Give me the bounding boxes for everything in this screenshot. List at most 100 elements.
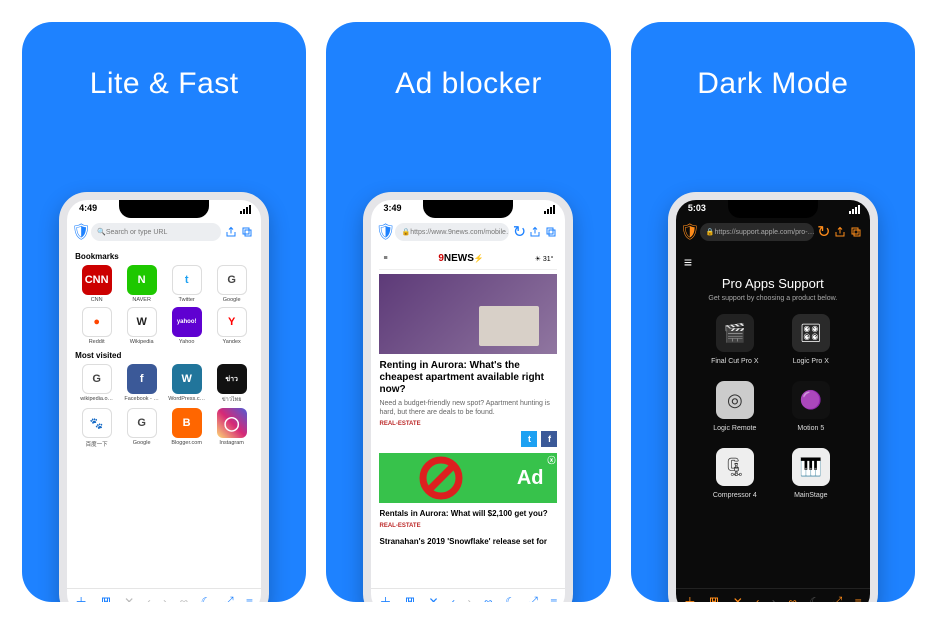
site-tile[interactable]: WWikipedia bbox=[120, 307, 163, 345]
new-tab-button[interactable]: ＋ bbox=[379, 593, 391, 602]
site-label: Wikipedia bbox=[120, 339, 163, 345]
fullscreen-icon[interactable]: ⤢ bbox=[833, 594, 843, 602]
site-tile[interactable]: BBlogger.com bbox=[165, 408, 208, 448]
app-tile[interactable]: ◎Logic Remote bbox=[702, 381, 768, 432]
bookmark-toggle-icon[interactable] bbox=[100, 596, 112, 603]
close-button[interactable]: ✕ bbox=[124, 595, 134, 603]
site-tile[interactable]: yahoo!Yahoo bbox=[165, 307, 208, 345]
site-label: Reddit bbox=[75, 339, 118, 345]
link-icon[interactable]: ∞ bbox=[180, 595, 189, 603]
tabs-icon[interactable] bbox=[241, 226, 253, 238]
app-label: Logic Pro X bbox=[793, 358, 829, 365]
site-label: Google bbox=[120, 440, 163, 446]
app-tile[interactable]: 🗜 Compressor 4 bbox=[702, 448, 768, 499]
reload-icon[interactable]: ↻ bbox=[818, 226, 830, 238]
status-icons bbox=[240, 205, 251, 216]
app-tile[interactable]: 🎹MainStage bbox=[778, 448, 844, 499]
app-icon: 🎛 bbox=[792, 314, 830, 352]
url-input[interactable]: 🔍 Search or type URL bbox=[91, 223, 221, 241]
site-label: NAVER bbox=[120, 297, 163, 303]
shield-icon: 🛡 bbox=[379, 226, 391, 238]
fullscreen-icon[interactable]: ⤢ bbox=[528, 594, 538, 602]
subheadline: Need a budget-friendly new spot? Apartme… bbox=[379, 399, 557, 417]
screen-1: 4:49 🛡 🔍 Search or type URL Bookmarks CN… bbox=[67, 200, 261, 602]
site-icon: 🐾 bbox=[82, 408, 112, 438]
fullscreen-icon[interactable]: ⤢ bbox=[224, 594, 234, 602]
hamburger-icon[interactable]: ≡ bbox=[383, 255, 387, 262]
headline[interactable]: Renting in Aurora: What's the cheapest a… bbox=[379, 360, 557, 396]
site-icon: ◯ bbox=[217, 408, 247, 438]
menu-icon[interactable]: ≡ bbox=[855, 595, 862, 603]
new-tab-button[interactable]: ＋ bbox=[75, 593, 87, 602]
share-icon[interactable] bbox=[225, 226, 237, 238]
site-icon: CNN bbox=[82, 265, 112, 295]
new-tab-button[interactable]: ＋ bbox=[684, 593, 696, 602]
app-icon: 🎬 bbox=[716, 314, 754, 352]
weather-temp: ☀ 31° bbox=[535, 255, 554, 263]
news-item[interactable]: Rentals in Aurora: What will $2,100 get … bbox=[379, 509, 557, 519]
app-tile[interactable]: 🎛 Logic Pro X bbox=[778, 314, 844, 365]
twitter-share-icon[interactable]: t bbox=[521, 431, 537, 447]
site-tile[interactable]: Gwikipedia.o… bbox=[75, 364, 118, 404]
share-icon[interactable] bbox=[834, 226, 846, 238]
forward-button[interactable]: › bbox=[163, 595, 167, 603]
screen-2: 3:49 🛡 🔒 https://www.9news.com/mobile… ↻… bbox=[371, 200, 565, 602]
share-icon[interactable] bbox=[529, 226, 541, 238]
site-tile[interactable]: tTwitter bbox=[165, 265, 208, 303]
status-icons bbox=[849, 205, 860, 216]
notch bbox=[119, 200, 209, 218]
site-tile[interactable]: YYandex bbox=[210, 307, 253, 345]
link-icon[interactable]: ∞ bbox=[484, 595, 493, 603]
tabs-icon[interactable] bbox=[850, 226, 862, 238]
site-tile[interactable]: ข่าวข่าวไทย bbox=[210, 364, 253, 404]
site-tile[interactable]: GGoogle bbox=[120, 408, 163, 448]
app-label: Compressor 4 bbox=[713, 492, 757, 499]
status-icons bbox=[544, 205, 555, 216]
dark-mode-icon[interactable]: ☾ bbox=[809, 595, 820, 603]
site-tile[interactable]: CNNCNN bbox=[75, 265, 118, 303]
site-tile[interactable]: 🐾百度一下 bbox=[75, 408, 118, 448]
toolbar: ＋ ✕ ‹ › ∞ ☾ ⤢ ≡ bbox=[67, 588, 261, 602]
close-button[interactable]: ✕ bbox=[733, 595, 743, 603]
hero-image[interactable] bbox=[379, 274, 557, 354]
back-button[interactable]: ‹ bbox=[451, 595, 455, 603]
menu-icon[interactable]: ≡ bbox=[550, 595, 557, 603]
news-item[interactable]: Stranahan's 2019 'Snowflake' release set… bbox=[379, 537, 557, 547]
facebook-share-icon[interactable]: f bbox=[541, 431, 557, 447]
link-icon[interactable]: ∞ bbox=[788, 595, 797, 603]
screen-3: 5:03 🛡 🔒 https://support.apple.com/pro-…… bbox=[676, 200, 870, 602]
site-tile[interactable]: ◯ Instagram bbox=[210, 408, 253, 448]
app-tile[interactable]: 🎬Final Cut Pro X bbox=[702, 314, 768, 365]
ad-close-icon: ⓧ bbox=[547, 455, 555, 466]
url-input[interactable]: 🔒 https://www.9news.com/mobile… bbox=[395, 223, 509, 241]
bookmark-toggle-icon[interactable] bbox=[708, 596, 720, 603]
site-tile[interactable]: fFacebook - … bbox=[120, 364, 163, 404]
apps-grid: 🎬Final Cut Pro X 🎛 Logic Pro X ◎Logic Remot… bbox=[684, 314, 862, 499]
site-tile[interactable]: NNAVER bbox=[120, 265, 163, 303]
tabs-icon[interactable] bbox=[545, 226, 557, 238]
bookmark-toggle-icon[interactable] bbox=[404, 596, 416, 603]
back-button[interactable]: ‹ bbox=[147, 595, 151, 603]
site-tile[interactable]: WWordPress.c… bbox=[165, 364, 208, 404]
category-tag: REAL-ESTATE bbox=[379, 523, 557, 529]
site-tile[interactable]: GGoogle bbox=[210, 265, 253, 303]
app-label: MainStage bbox=[794, 492, 827, 499]
app-tile[interactable]: 🟣Motion 5 bbox=[778, 381, 844, 432]
menu-icon[interactable]: ≡ bbox=[246, 595, 253, 603]
address-bar: 🛡 🔒 https://www.9news.com/mobile… ↻ bbox=[379, 222, 557, 242]
close-button[interactable]: ✕ bbox=[428, 595, 438, 603]
dark-mode-icon[interactable]: ☾ bbox=[201, 595, 212, 603]
dark-mode-icon[interactable]: ☾ bbox=[505, 595, 516, 603]
app-label: Motion 5 bbox=[797, 425, 824, 432]
site-label: Instagram bbox=[210, 440, 253, 446]
url-input[interactable]: 🔒 https://support.apple.com/pro-… bbox=[700, 223, 814, 241]
hamburger-icon[interactable]: ≡ bbox=[684, 254, 862, 270]
panel-dark-mode: Dark Mode 5:03 🛡 🔒 https://support.apple… bbox=[631, 22, 915, 602]
forward-button[interactable]: › bbox=[772, 595, 776, 603]
back-button[interactable]: ‹ bbox=[755, 595, 759, 603]
forward-button[interactable]: › bbox=[468, 595, 472, 603]
site-label: ข่าวไทย bbox=[210, 396, 253, 404]
reload-icon[interactable]: ↻ bbox=[513, 226, 525, 238]
site-tile[interactable]: ●Reddit bbox=[75, 307, 118, 345]
app-icon: 🗜 bbox=[716, 448, 754, 486]
